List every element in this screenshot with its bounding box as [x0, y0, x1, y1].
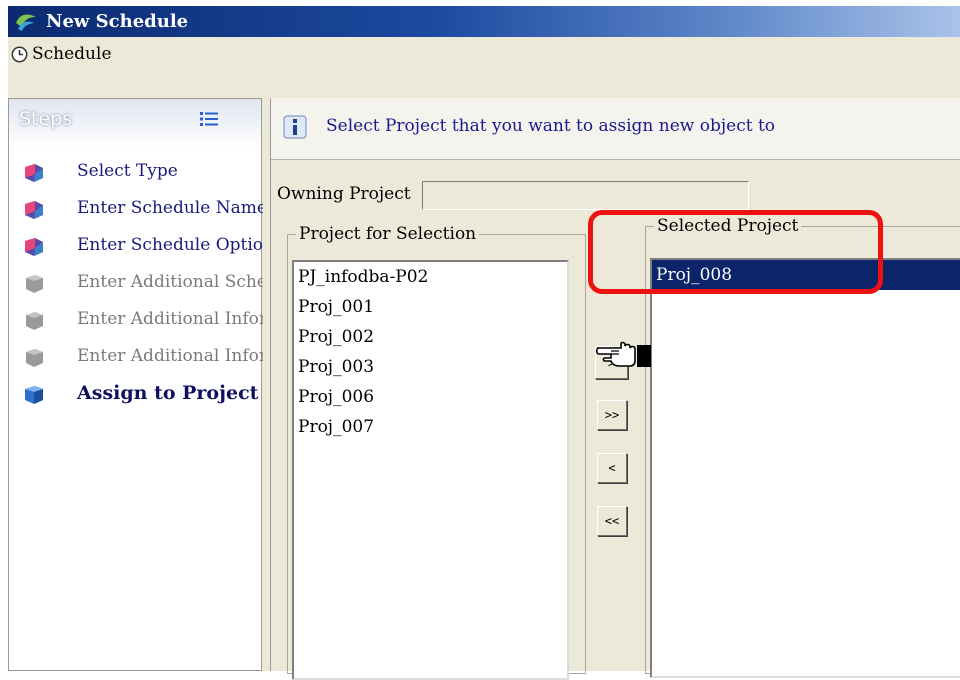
info-message: Select Project that you want to assign n… — [326, 116, 776, 136]
step-assign-to-project[interactable]: Assign to Project — [23, 381, 263, 409]
step-done-icon — [25, 238, 43, 256]
title-bar[interactable]: New Schedule — [8, 6, 960, 37]
menu-schedule[interactable]: Schedule — [32, 37, 112, 71]
list-item[interactable]: Proj_002 — [294, 322, 567, 352]
step-label: Assign to Project — [77, 382, 259, 404]
menu-bar: Schedule — [8, 37, 960, 71]
step-current-icon — [25, 386, 43, 404]
owning-project-label: Owning Project — [277, 184, 411, 204]
step-pending-icon — [26, 312, 43, 330]
step-pending-icon — [26, 275, 43, 293]
step-enter-schedule-options[interactable]: Enter Schedule Option — [23, 233, 263, 261]
project-for-selection-legend: Project for Selection — [299, 224, 477, 244]
step-label: Select Type — [77, 161, 178, 181]
pointing-hand-cursor-icon — [595, 341, 651, 367]
list-item[interactable]: Proj_001 — [294, 292, 567, 322]
list-item[interactable]: Proj_003 — [294, 352, 567, 382]
selected-projects-list[interactable]: Proj_008 — [650, 258, 960, 678]
remove-button[interactable]: < — [597, 453, 627, 483]
step-enter-additional-info-2[interactable]: Enter Additional Infor — [23, 344, 263, 372]
steps-header: Steps — [9, 99, 261, 147]
step-enter-additional-info-1[interactable]: Enter Additional Infor — [23, 307, 263, 335]
list-icon[interactable] — [200, 111, 218, 127]
owning-project-field[interactable] — [422, 181, 749, 210]
step-enter-additional-schedule[interactable]: Enter Additional Schec — [23, 270, 263, 298]
list-item[interactable]: Proj_007 — [294, 412, 567, 442]
app-logo-icon — [16, 14, 36, 31]
step-label: Enter Schedule Option — [77, 235, 263, 255]
steps-title: Steps — [19, 108, 73, 130]
step-label: Enter Additional Schec — [77, 272, 263, 292]
add-all-button[interactable]: >> — [597, 400, 627, 430]
step-done-icon — [25, 201, 43, 219]
new-schedule-window: New Schedule Schedule Steps Select Type … — [8, 6, 960, 680]
steps-panel: Steps Select Type Enter Schedule Name a … — [8, 98, 263, 671]
list-item[interactable]: Proj_006 — [294, 382, 567, 412]
available-projects-list[interactable]: PJ_infodba-P02 Proj_001 Proj_002 Proj_00… — [292, 260, 569, 680]
highlight-annotation — [588, 210, 883, 294]
window-title: New Schedule — [46, 11, 189, 32]
step-pending-icon — [26, 349, 43, 367]
project-for-selection-group: Project for Selection PJ_infodba-P02 Pro… — [287, 224, 586, 680]
remove-all-button[interactable]: << — [597, 506, 627, 536]
step-label: Enter Additional Infor — [77, 346, 263, 366]
step-select-type[interactable]: Select Type — [23, 159, 263, 187]
list-item[interactable]: PJ_infodba-P02 — [294, 262, 567, 292]
step-label: Enter Additional Infor — [77, 309, 263, 329]
step-enter-schedule-name[interactable]: Enter Schedule Name a — [23, 196, 263, 224]
step-done-icon — [25, 164, 43, 182]
step-label: Enter Schedule Name a — [77, 198, 263, 218]
content-panel: Select Project that you want to assign n… — [270, 98, 960, 680]
clock-icon — [11, 46, 28, 63]
info-bar: Select Project that you want to assign n… — [271, 98, 960, 160]
info-icon — [283, 115, 307, 139]
